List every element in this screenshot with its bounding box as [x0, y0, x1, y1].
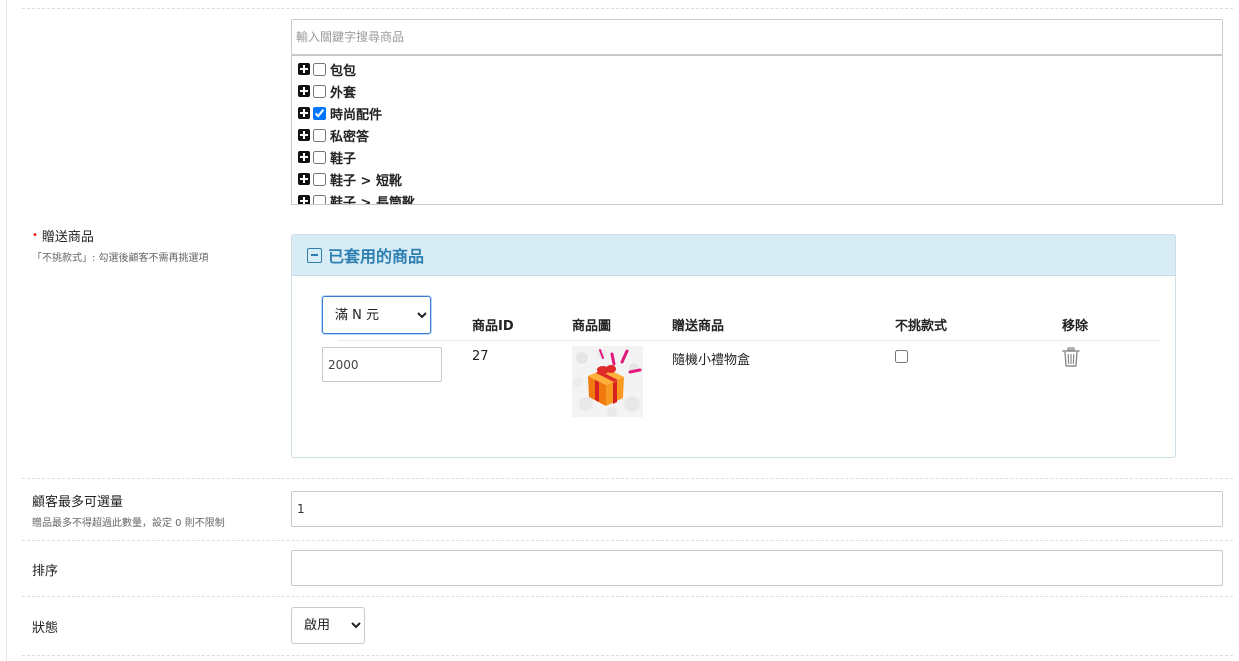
tree-item[interactable]: 私密答	[292, 124, 1222, 146]
category-label: 鞋子 > 短靴	[330, 173, 402, 189]
sort-input[interactable]	[291, 550, 1223, 586]
tree-item[interactable]: 包包	[292, 58, 1222, 80]
expand-icon[interactable]	[298, 195, 310, 204]
gift-name-cell: 隨機小禮物盒	[672, 353, 751, 368]
status-select[interactable]: 啟用	[291, 607, 365, 644]
category-label: 外套	[330, 85, 357, 101]
product-id-cell: 27	[472, 349, 489, 364]
column-header-product-image: 商品圖	[572, 319, 612, 334]
category-checkbox[interactable]	[313, 128, 326, 142]
expand-icon[interactable]	[298, 85, 310, 97]
expand-icon[interactable]	[298, 173, 310, 185]
expand-icon[interactable]	[298, 107, 310, 119]
trash-icon[interactable]	[1062, 347, 1080, 367]
column-header-product-id: 商品ID	[472, 319, 514, 334]
row-separator	[22, 596, 1233, 597]
panel-header[interactable]: 已套用的商品	[292, 235, 1175, 276]
category-checkbox[interactable]	[313, 106, 326, 120]
row-separator	[22, 540, 1233, 541]
gift-products-hint: 「不挑款式」: 勾選後顧客不需再挑選項	[32, 253, 209, 264]
table-header-divider	[338, 340, 1160, 341]
required-mark: •	[32, 230, 38, 241]
threshold-amount-input[interactable]	[322, 347, 442, 382]
category-checkbox[interactable]	[313, 84, 326, 98]
left-border	[6, 0, 7, 661]
sort-label: 排序	[32, 564, 59, 579]
column-header-no-style: 不挑款式	[895, 319, 948, 334]
tree-item[interactable]: 外套	[292, 80, 1222, 102]
status-label: 狀態	[32, 621, 59, 636]
category-label: 包包	[330, 63, 357, 79]
tree-item[interactable]: 鞋子	[292, 146, 1222, 168]
product-search-input[interactable]	[291, 19, 1223, 55]
row-separator	[22, 655, 1233, 656]
category-checkbox[interactable]	[313, 62, 326, 76]
tree-item[interactable]: 時尚配件	[292, 102, 1222, 124]
column-header-remove: 移除	[1062, 319, 1089, 334]
row-separator	[22, 478, 1233, 479]
category-label: 鞋子	[330, 151, 357, 167]
expand-icon[interactable]	[298, 151, 310, 163]
collapse-icon[interactable]	[307, 247, 322, 263]
no-style-choice-checkbox[interactable]	[895, 350, 908, 363]
gift-products-label: • 贈送商品	[32, 226, 94, 245]
tree-item[interactable]: 鞋子 > 長筒靴	[292, 190, 1222, 205]
max-qty-input[interactable]	[291, 491, 1223, 527]
applied-products-panel: 已套用的商品 滿 N 元 商品ID 商品圖 贈送商品 不挑款式 移除 27 隨機…	[291, 234, 1176, 458]
category-checkbox[interactable]	[313, 194, 326, 204]
expand-icon[interactable]	[298, 63, 310, 75]
max-qty-hint: 贈品最多不得超過此數量，設定 0 則不限制	[32, 518, 225, 529]
gift-products-label-text: 贈送商品	[41, 230, 94, 245]
category-checkbox[interactable]	[313, 172, 326, 186]
category-label: 鞋子 > 長筒靴	[330, 195, 415, 205]
expand-icon[interactable]	[298, 129, 310, 141]
category-label: 時尚配件	[330, 107, 383, 123]
row-separator	[22, 8, 1233, 9]
category-label: 私密答	[330, 129, 370, 145]
category-checkbox[interactable]	[313, 150, 326, 164]
category-tree[interactable]: 包包 外套 時尚配件 私密答 鞋子 鞋子 > 短靴 鞋子 > 長筒靴	[291, 55, 1223, 205]
panel-title: 已套用的商品	[328, 247, 425, 266]
condition-select[interactable]: 滿 N 元	[322, 296, 431, 334]
max-qty-label: 顧客最多可選量	[32, 495, 124, 510]
gift-box-image	[572, 346, 643, 417]
tree-item[interactable]: 鞋子 > 短靴	[292, 168, 1222, 190]
column-header-gift-product: 贈送商品	[672, 319, 725, 334]
